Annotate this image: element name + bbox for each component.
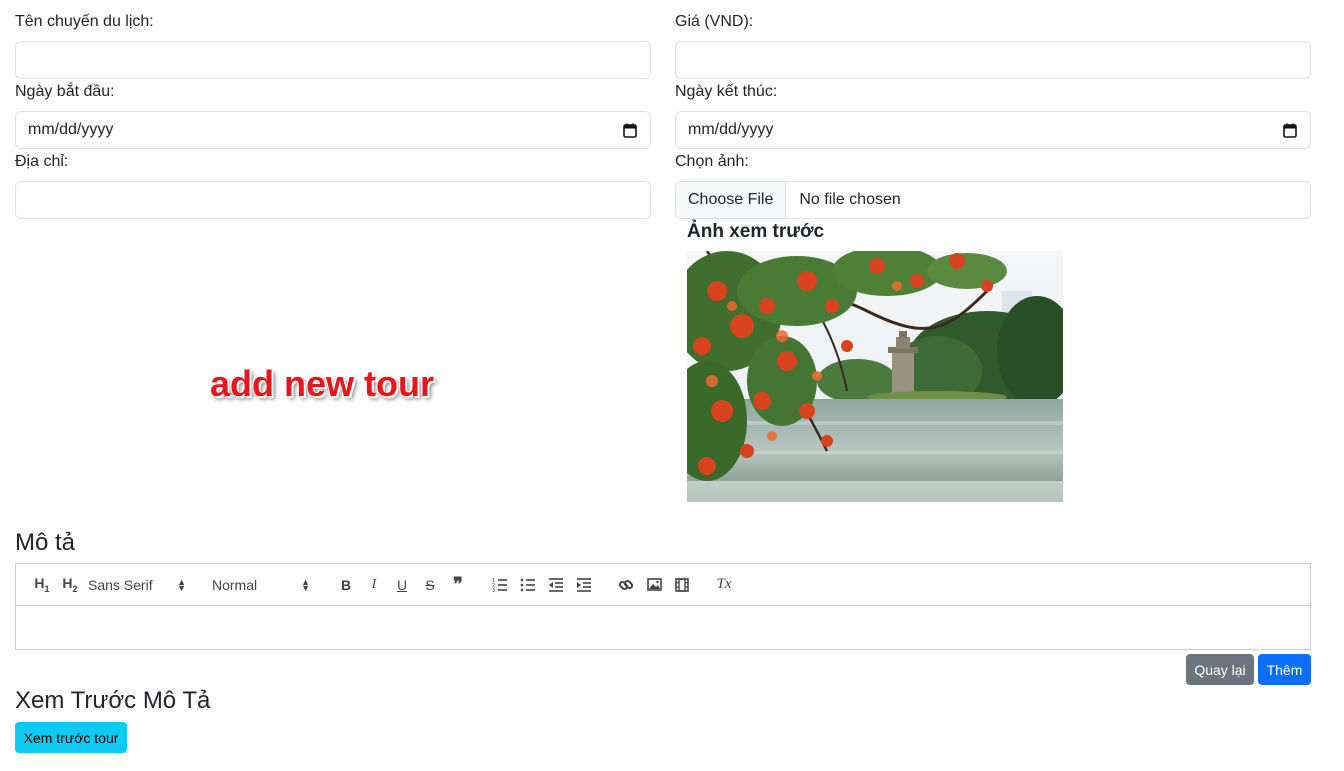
bold-button[interactable]: B bbox=[332, 573, 360, 597]
image-icon bbox=[646, 578, 662, 591]
underline-icon: U bbox=[396, 576, 408, 593]
calendar-icon[interactable] bbox=[1282, 122, 1298, 138]
size-picker-label: Normal bbox=[212, 576, 258, 593]
price-input[interactable] bbox=[675, 41, 1311, 79]
link-button[interactable] bbox=[612, 573, 640, 597]
image-file-input[interactable]: Choose File No file chosen bbox=[675, 181, 1311, 219]
updown-arrows-icon: ▲ ▼ bbox=[177, 576, 186, 593]
outdent-icon bbox=[549, 577, 563, 592]
calendar-icon[interactable] bbox=[622, 122, 638, 138]
description-title: Mô tả bbox=[15, 529, 76, 556]
description-editor[interactable] bbox=[15, 605, 1311, 650]
indent-icon bbox=[577, 577, 591, 592]
updown-arrows-icon: ▲ ▼ bbox=[301, 576, 310, 593]
address-input[interactable] bbox=[15, 181, 651, 219]
image-label: Chọn ảnh: bbox=[675, 153, 749, 170]
outdent-button[interactable] bbox=[542, 573, 570, 597]
end-date-label: Ngày kết thúc: bbox=[675, 83, 778, 100]
indent-button[interactable] bbox=[570, 573, 598, 597]
add-tour-button[interactable]: Thêm bbox=[1258, 654, 1311, 685]
preview-tour-button[interactable]: Xem trước tour bbox=[15, 722, 127, 753]
link-icon bbox=[618, 579, 634, 590]
h1-label: 1 bbox=[44, 583, 50, 594]
heading1-button[interactable]: H1 bbox=[28, 573, 56, 597]
file-status-text: No file chosen bbox=[799, 191, 901, 208]
tour-name-input[interactable] bbox=[15, 41, 651, 79]
strike-button[interactable]: S bbox=[416, 573, 444, 597]
size-picker[interactable]: Normal ▲ ▼ bbox=[208, 577, 318, 593]
price-label: Giá (VND): bbox=[675, 13, 754, 30]
choose-file-button[interactable]: Choose File bbox=[676, 182, 787, 218]
heading2-button[interactable]: H2 bbox=[56, 573, 84, 597]
image-preview-title: Ảnh xem trước bbox=[687, 221, 825, 242]
clean-format-icon: Tx bbox=[716, 576, 732, 592]
add-new-tour-watermark: add new tour bbox=[210, 363, 434, 404]
description-preview-title: Xem Trước Mô Tả bbox=[15, 687, 211, 714]
ordered-list-button[interactable]: 123 bbox=[486, 573, 514, 597]
tour-name-label: Tên chuyến du lịch: bbox=[15, 13, 154, 30]
end-date-input[interactable]: mm/dd/yyyy bbox=[675, 111, 1311, 149]
start-date-label: Ngày bắt đầu: bbox=[15, 83, 115, 100]
quote-icon: ❞ bbox=[453, 574, 463, 594]
image-button[interactable] bbox=[640, 573, 668, 597]
font-picker[interactable]: Sans Serif ▲ ▼ bbox=[84, 577, 194, 593]
font-picker-label: Sans Serif bbox=[88, 576, 153, 593]
bullet-list-icon bbox=[520, 578, 535, 591]
address-label: Địa chỉ: bbox=[15, 153, 69, 170]
video-button[interactable] bbox=[668, 573, 696, 597]
editor-toolbar: H1 H2 Sans Serif ▲ ▼ Normal ▲ ▼ B I U S ❞ … bbox=[15, 563, 1311, 606]
svg-text:3: 3 bbox=[492, 588, 495, 592]
underline-button[interactable]: U bbox=[388, 573, 416, 597]
start-date-placeholder: mm/dd/yyyy bbox=[28, 121, 114, 138]
ordered-list-icon: 123 bbox=[492, 578, 507, 592]
italic-button[interactable]: I bbox=[360, 573, 388, 597]
h2-label: 2 bbox=[72, 583, 78, 594]
end-date-placeholder: mm/dd/yyyy bbox=[688, 121, 774, 138]
bullet-list-button[interactable] bbox=[514, 573, 542, 597]
lake-pagoda-photo bbox=[687, 251, 1063, 502]
blockquote-button[interactable]: ❞ bbox=[444, 573, 472, 597]
clean-format-button[interactable]: Tx bbox=[710, 573, 738, 597]
video-icon bbox=[675, 577, 689, 592]
back-button[interactable]: Quay lại bbox=[1186, 654, 1254, 685]
italic-icon: I bbox=[371, 576, 377, 592]
bold-icon: B bbox=[340, 576, 352, 593]
strike-icon: S bbox=[425, 576, 435, 593]
start-date-input[interactable]: mm/dd/yyyy bbox=[15, 111, 651, 149]
